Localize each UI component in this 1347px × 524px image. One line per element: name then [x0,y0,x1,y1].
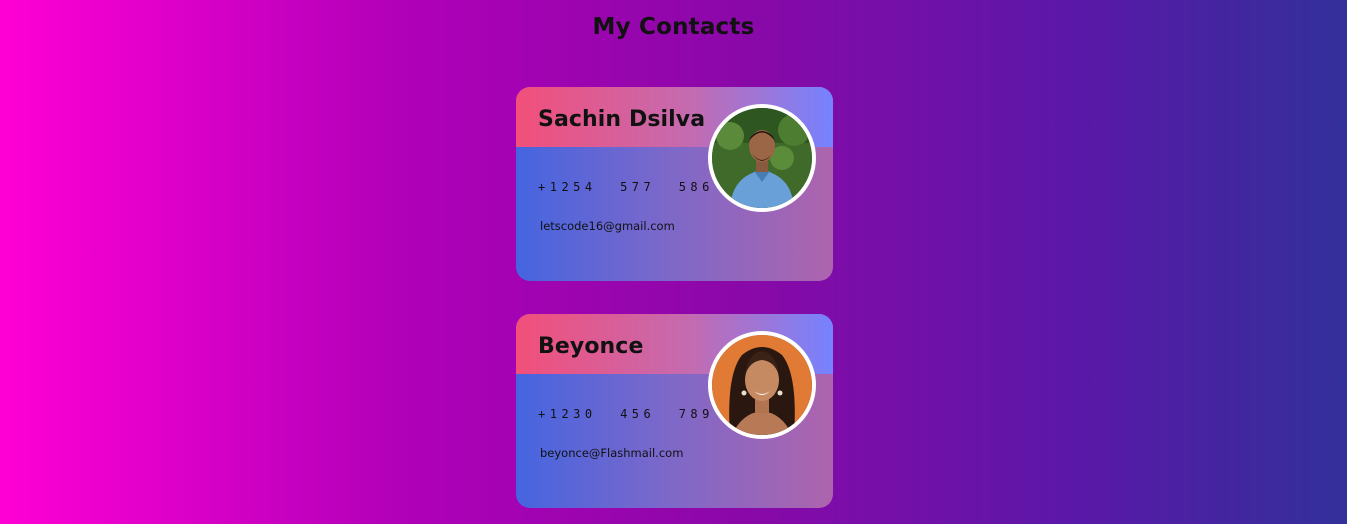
page-title: My Contacts [592,14,755,40]
contact-card-beyonce[interactable]: Beyonce +1230 456 789 beyonce@Flashmail.… [516,314,833,508]
contact-email[interactable]: letscode16@gmail.com [540,219,675,233]
contact-phone: +1230 456 789 [538,407,714,421]
contact-card-sachin[interactable]: Sachin Dsilva +1254 577 586 letscode16@g… [516,87,833,281]
contact-name: Sachin Dsilva [538,107,706,132]
avatar [708,104,816,212]
contact-name: Beyonce [538,334,644,359]
avatar [708,331,816,439]
contact-phone: +1254 577 586 [538,180,714,194]
woman-portrait-photo [712,335,812,435]
contact-email[interactable]: beyonce@Flashmail.com [540,446,683,460]
man-portrait-photo [712,108,812,208]
